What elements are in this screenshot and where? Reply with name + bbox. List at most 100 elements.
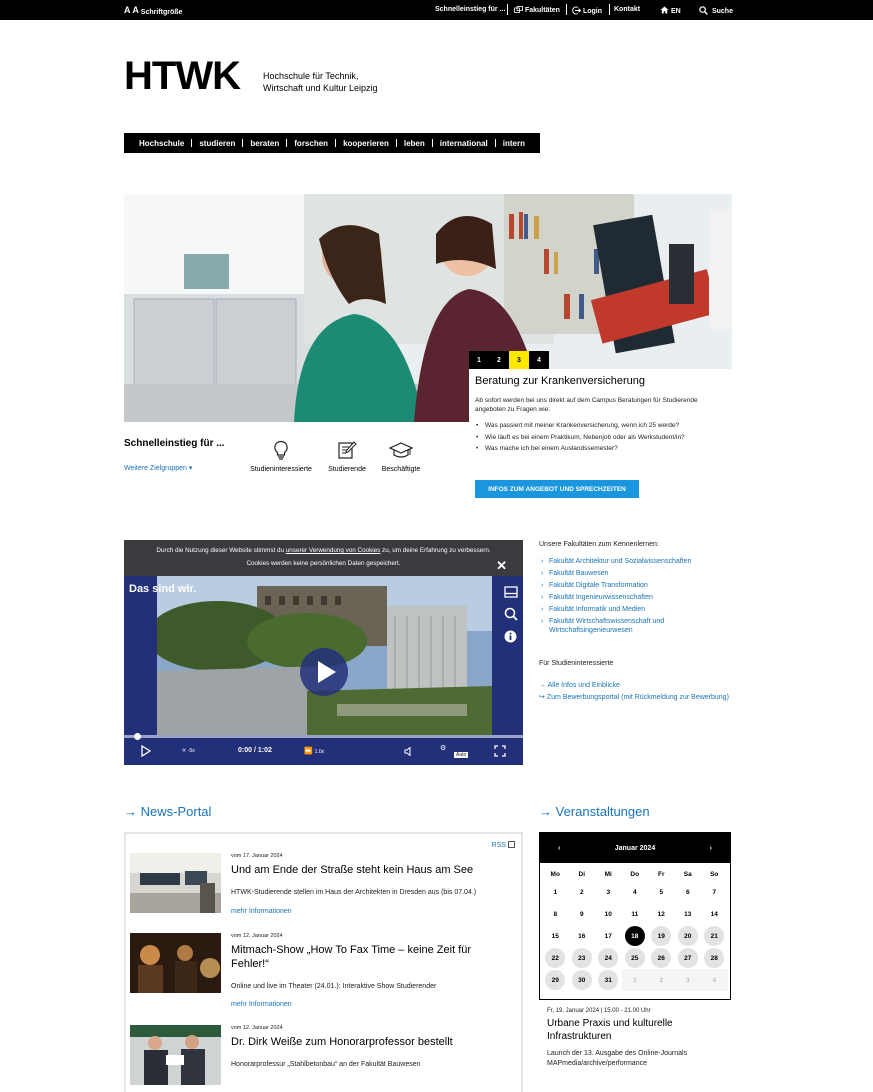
faculty-link[interactable]: Fakultät Ingenieurwissenschaften (539, 594, 729, 603)
calendar-day[interactable]: 3 (595, 881, 622, 903)
faculty-link[interactable]: Fakultät Informatik und Medien (539, 606, 729, 615)
calendar-day[interactable]: 18 (622, 925, 649, 947)
calendar-day[interactable]: 6 (675, 881, 702, 903)
slider-dot-4[interactable]: 4 (529, 351, 549, 369)
calendar-day[interactable]: 1 (542, 881, 569, 903)
calendar-day: 4 (701, 969, 728, 991)
more-target-groups-link[interactable]: Weitere Zielgruppen ▾ (124, 464, 192, 472)
close-icon[interactable]: ✕ (496, 558, 507, 574)
volume-icon[interactable] (404, 746, 414, 758)
calendar-day-number: 12 (657, 910, 665, 918)
slider-dot-3[interactable]: 3 (509, 351, 529, 369)
quick-entry-title: Schnelleinstieg für ... (124, 438, 225, 449)
more-target-groups-label: Weitere Zielgruppen (124, 465, 187, 472)
faculties-link[interactable]: Fakultäten (514, 6, 560, 14)
calendar-day-number: 22 (545, 948, 566, 968)
nav-item-leben[interactable]: leben (397, 139, 432, 148)
chevron-left-icon[interactable]: ‹ (558, 845, 560, 852)
calendar-day[interactable]: 7 (701, 881, 728, 903)
slider-dot-2[interactable]: 2 (489, 351, 509, 369)
nav-item-beraten[interactable]: beraten (243, 139, 286, 148)
faculty-link[interactable]: Fakultät Wirtschaftswissenschaft und Wir… (539, 618, 729, 635)
logo-subtitle-line1: Hochschule für Technik, (263, 71, 359, 81)
calendar-day[interactable]: 29 (542, 969, 569, 991)
application-portal-link[interactable]: ↪ Zum Bewerbungsportal (mit Rückmeldung … (539, 692, 729, 704)
play-button[interactable] (300, 648, 348, 701)
calendar-day[interactable]: 20 (675, 925, 702, 947)
calendar-day[interactable]: 4 (622, 881, 649, 903)
faculty-link[interactable]: Fakultät Architektur und Sozialwissensch… (539, 558, 729, 567)
contact-link[interactable]: Kontakt (614, 6, 640, 13)
calendar-day[interactable]: 26 (648, 947, 675, 969)
video-player[interactable]: Durch die Nutzung dieser Website stimmst… (124, 540, 523, 765)
faculty-link[interactable]: Fakultät Bauwesen (539, 570, 729, 579)
nav-item-studieren[interactable]: studieren (192, 139, 242, 148)
event-teaser[interactable]: Fr, 19. Januar 2024 | 15.00 - 21.00 Uhr … (547, 1008, 727, 1069)
calendar-day[interactable]: 24 (595, 947, 622, 969)
nav-item-intern[interactable]: intern (496, 139, 532, 148)
infos-button[interactable]: INFOS ZUM ANGEBOT UND SPRECHZEITEN (475, 480, 639, 498)
more-info-link[interactable]: mehr Informationen (231, 1001, 292, 1008)
language-link[interactable]: EN (660, 6, 681, 15)
search-link[interactable]: Suche (699, 6, 733, 15)
quick-item-employees[interactable]: Beschäftigte (361, 440, 441, 473)
slider-dot-1[interactable]: 1 (469, 351, 489, 369)
calendar-weekday: So (710, 870, 719, 878)
calendar-day[interactable]: 16 (569, 925, 596, 947)
calendar-day[interactable]: 19 (648, 925, 675, 947)
font-size-control[interactable]: A A Schriftgröße (124, 5, 182, 16)
chevron-right-icon[interactable]: › (710, 845, 712, 852)
logo[interactable]: HTWK Hochschule für Technik, Wirtschaft … (124, 56, 378, 96)
calendar-day[interactable]: 14 (701, 903, 728, 925)
calendar-day[interactable]: 10 (595, 903, 622, 925)
calendar-day[interactable]: 23 (569, 947, 596, 969)
quick-entry-link[interactable]: Schnelleinstieg für ... (435, 6, 505, 13)
progress-handle[interactable] (134, 733, 141, 740)
event-text: Launch der 13. Ausgabe des Online-Journa… (547, 1050, 688, 1067)
more-info-link[interactable]: mehr Informationen (231, 908, 292, 915)
news-thumbnail (130, 853, 221, 913)
news-heading-link[interactable]: → News-Portal (124, 804, 211, 819)
progress-track[interactable] (124, 735, 523, 738)
video-title: Das sind wir. (129, 583, 197, 595)
cookie-policy-link[interactable]: unserer Verwendung von Cookies (286, 547, 381, 554)
separator (609, 4, 610, 15)
calendar-day[interactable]: 13 (675, 903, 702, 925)
calendar-day[interactable]: 5 (648, 881, 675, 903)
fullscreen-icon[interactable] (494, 745, 506, 759)
nav-item-kooperieren[interactable]: kooperieren (336, 139, 396, 148)
calendar-day-number: 23 (571, 948, 592, 968)
calendar-day[interactable]: 22 (542, 947, 569, 969)
nav-item-international[interactable]: international (433, 139, 495, 148)
calendar-day[interactable]: 28 (701, 947, 728, 969)
calendar-day[interactable]: 9 (569, 903, 596, 925)
nav-item-forschen[interactable]: forschen (287, 139, 335, 148)
calendar-day[interactable]: 25 (622, 947, 649, 969)
calendar-day[interactable]: 2 (569, 881, 596, 903)
calendar-day[interactable]: 30 (569, 969, 596, 991)
search-icon[interactable] (504, 607, 518, 626)
transcript-icon[interactable] (504, 585, 518, 603)
login-link[interactable]: Login (572, 6, 602, 15)
info-icon[interactable] (504, 630, 517, 648)
all-infos-link[interactable]: → Alle Infos und Einblicke (539, 680, 729, 692)
nav-item-hochschule[interactable]: Hochschule (132, 139, 191, 148)
rewind-button[interactable]: « -5s (182, 747, 195, 754)
calendar-day[interactable]: 21 (701, 925, 728, 947)
calendar-day[interactable]: 15 (542, 925, 569, 947)
calendar-day[interactable]: 12 (648, 903, 675, 925)
speed-button[interactable]: ⏩ 1.0x (304, 747, 324, 755)
events-heading-link[interactable]: → Veranstaltungen (539, 804, 650, 819)
play-icon[interactable] (141, 744, 152, 759)
rss-icon (508, 841, 515, 848)
calendar-day[interactable]: 31 (595, 969, 622, 991)
faculty-link[interactable]: Fakultät Digitale Transformation (539, 582, 729, 591)
settings-icon[interactable]: ⚙ (440, 744, 446, 752)
calendar-day[interactable]: 27 (675, 947, 702, 969)
calendar-day[interactable]: 11 (622, 903, 649, 925)
rss-link[interactable]: RSS (492, 841, 515, 849)
lightbulb-icon (274, 440, 288, 460)
calendar-day-number: 4 (712, 976, 717, 984)
calendar-day[interactable]: 8 (542, 903, 569, 925)
calendar-day[interactable]: 17 (595, 925, 622, 947)
